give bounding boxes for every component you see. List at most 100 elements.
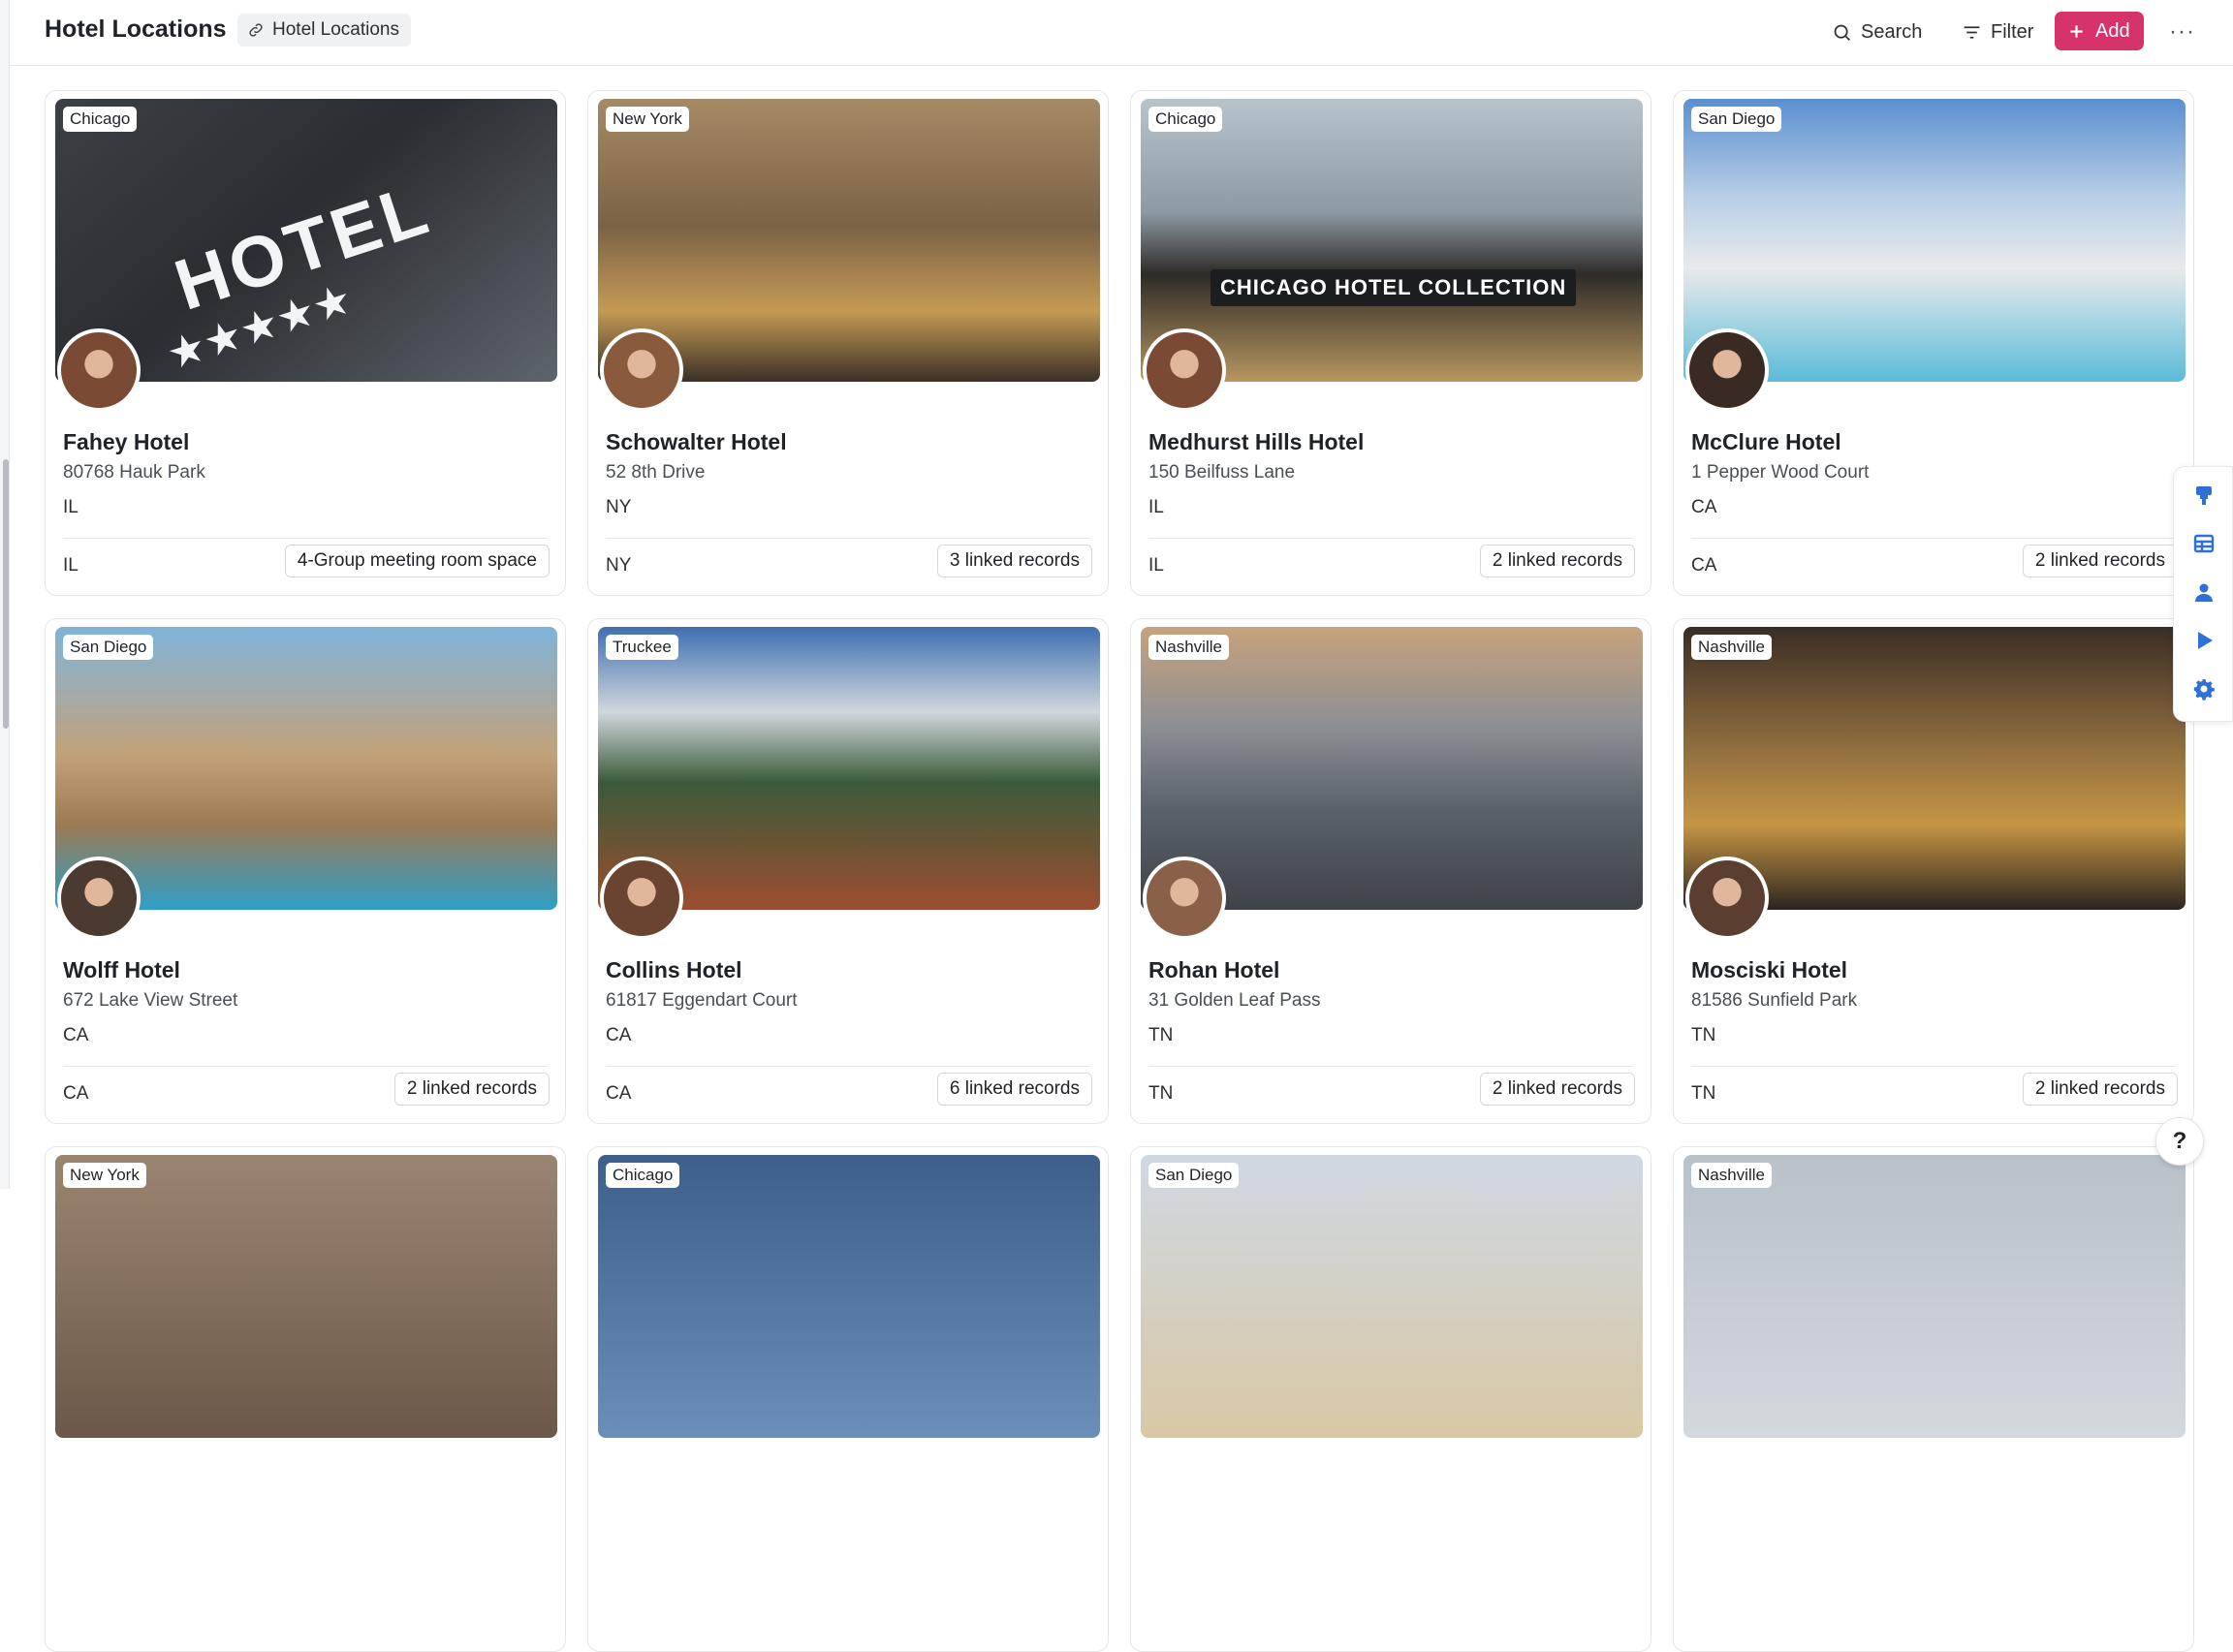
card-divider: [63, 538, 548, 539]
plugin-icon[interactable]: [2192, 483, 2216, 507]
linked-records-badge[interactable]: 2 linked records: [2022, 545, 2178, 577]
hotel-state: IL: [1148, 497, 1164, 517]
hotel-state: NY: [606, 497, 632, 517]
hotel-address: 150 Beilfuss Lane: [1148, 462, 1296, 483]
city-tag: Chicago: [606, 1163, 680, 1188]
hotel-cover-image: Truckee: [598, 627, 1100, 910]
city-tag: Nashville: [1691, 1163, 1772, 1188]
card-divider: [63, 1066, 548, 1067]
city-tag: San Diego: [63, 635, 154, 660]
hotel-state-footer: TN: [1148, 1083, 1174, 1104]
card-divider: [1691, 1066, 2176, 1067]
linked-records-badge[interactable]: 2 linked records: [1479, 545, 1635, 577]
hotel-card[interactable]: Truckee Collins Hotel 61817 Eggendart Cour…: [587, 618, 1109, 1124]
hotel-cover-image: New York: [55, 1155, 557, 1438]
hotel-name: McClure Hotel: [1691, 429, 1841, 454]
city-tag: Chicago: [63, 107, 138, 132]
user-icon[interactable]: [2192, 580, 2216, 604]
city-tag: Nashville: [1148, 635, 1229, 660]
hotel-card[interactable]: New York: [45, 1146, 566, 1652]
hotel-address: 1 Pepper Wood Court: [1691, 462, 1870, 483]
search-button[interactable]: Search: [1832, 14, 1922, 50]
hotel-address: 52 8th Drive: [606, 462, 706, 483]
hotel-name: Wolff Hotel: [63, 957, 180, 982]
hotel-address: 31 Golden Leaf Pass: [1148, 990, 1321, 1011]
manager-avatar: [57, 857, 141, 940]
hotel-address: 80768 Hauk Park: [63, 462, 205, 483]
add-label: Add: [2095, 19, 2130, 42]
hotel-card[interactable]: Nashville Mosciski Hotel 81586 Sunfield Pa…: [1673, 618, 2194, 1124]
hotel-cover-image: Nashville: [1141, 627, 1643, 910]
card-divider: [1148, 1066, 1633, 1067]
manager-avatar: [600, 328, 683, 412]
hotel-card[interactable]: HOTEL ★★★★★ Chicago Fahey Hotel 80768 Hauk …: [45, 90, 566, 596]
plus-icon: [2070, 24, 2083, 38]
hotel-name: Fahey Hotel: [63, 429, 190, 454]
hotel-state-footer: TN: [1691, 1083, 1716, 1104]
settings-icon[interactable]: [2192, 677, 2216, 701]
city-tag: Truckee: [606, 635, 678, 660]
left-scrollbar[interactable]: [3, 459, 9, 729]
city-tag: New York: [606, 107, 689, 132]
breadcrumb-label: Hotel Locations: [272, 19, 399, 40]
search-icon: [1834, 24, 1850, 41]
more-options-button[interactable]: ···: [2169, 14, 2195, 50]
hotel-name: Schowalter Hotel: [606, 429, 787, 454]
table-icon[interactable]: [2192, 532, 2216, 555]
manager-avatar: [1143, 857, 1226, 940]
hotel-card[interactable]: New York Schowalter Hotel 52 8th Drive NY NY…: [587, 90, 1109, 596]
hotel-cover-image: CHICAGO HOTEL COLLECTION Chicago: [1141, 99, 1643, 382]
hotel-card[interactable]: Nashville: [1673, 1146, 2194, 1652]
breadcrumb-link[interactable]: Hotel Locations: [237, 14, 411, 47]
hotel-cover-image: New York: [598, 99, 1100, 382]
side-dock: [2173, 466, 2233, 722]
help-button[interactable]: ?: [2155, 1117, 2204, 1166]
linked-records-badge[interactable]: 3 linked records: [936, 545, 1092, 577]
hotel-cover-image: San Diego: [55, 627, 557, 910]
city-tag: Chicago: [1148, 107, 1223, 132]
linked-records-badge[interactable]: 2 linked records: [2022, 1073, 2178, 1106]
hotel-name: Medhurst Hills Hotel: [1148, 429, 1365, 454]
linked-records-badge[interactable]: 2 linked records: [393, 1073, 550, 1106]
hotel-state: IL: [63, 497, 79, 517]
hotel-address: 672 Lake View Street: [63, 990, 238, 1011]
hotel-name: Collins Hotel: [606, 957, 742, 982]
manager-avatar: [57, 328, 141, 412]
hotel-card[interactable]: San Diego: [1130, 1146, 1651, 1652]
chicago-sign-text: CHICAGO HOTEL COLLECTION: [1211, 269, 1577, 306]
hotel-state: TN: [1691, 1025, 1716, 1045]
hotel-state-footer: IL: [1148, 555, 1164, 576]
linked-records-badge[interactable]: 4-Group meeting room space: [284, 545, 550, 577]
hotel-card[interactable]: CHICAGO HOTEL COLLECTION Chicago Medhurst …: [1130, 90, 1651, 596]
city-tag: San Diego: [1148, 1163, 1240, 1188]
linked-records-badge[interactable]: 2 linked records: [1479, 1073, 1635, 1106]
hotel-state-footer: NY: [606, 555, 632, 576]
hotel-card[interactable]: Chicago: [587, 1146, 1109, 1652]
add-button[interactable]: Add: [2055, 12, 2144, 50]
hotel-cover-image: Chicago: [598, 1155, 1100, 1438]
card-divider: [1691, 538, 2176, 539]
hotel-name: Mosciski Hotel: [1691, 957, 1848, 982]
city-tag: Nashville: [1691, 635, 1772, 660]
manager-avatar: [1685, 328, 1769, 412]
card-divider: [1148, 538, 1633, 539]
hotel-address: 61817 Eggendart Court: [606, 990, 798, 1011]
link-icon: [249, 23, 263, 37]
linked-records-badge[interactable]: 6 linked records: [936, 1073, 1092, 1106]
page-header: Hotel Locations Hotel Locations Search F…: [10, 0, 2233, 66]
hotel-state: CA: [1691, 497, 1717, 517]
filter-icon: [1964, 25, 1980, 39]
manager-avatar: [1143, 328, 1226, 412]
hotel-cover-image: HOTEL ★★★★★ Chicago: [55, 99, 557, 382]
hotel-card[interactable]: Nashville Rohan Hotel 31 Golden Leaf Pass T…: [1130, 618, 1651, 1124]
hotel-state-footer: CA: [1691, 555, 1717, 576]
hotel-state: CA: [63, 1025, 89, 1045]
hotel-card[interactable]: San Diego Wolff Hotel 672 Lake View Street…: [45, 618, 566, 1124]
page-title: Hotel Locations: [45, 16, 227, 43]
hotel-state: CA: [606, 1025, 632, 1045]
play-icon[interactable]: [2192, 629, 2216, 652]
hotel-card[interactable]: San Diego McClure Hotel 1 Pepper Wood Cour…: [1673, 90, 2194, 596]
filter-button[interactable]: Filter: [1962, 14, 2033, 50]
filter-label: Filter: [1991, 20, 2034, 43]
hotel-state-footer: CA: [63, 1083, 89, 1104]
